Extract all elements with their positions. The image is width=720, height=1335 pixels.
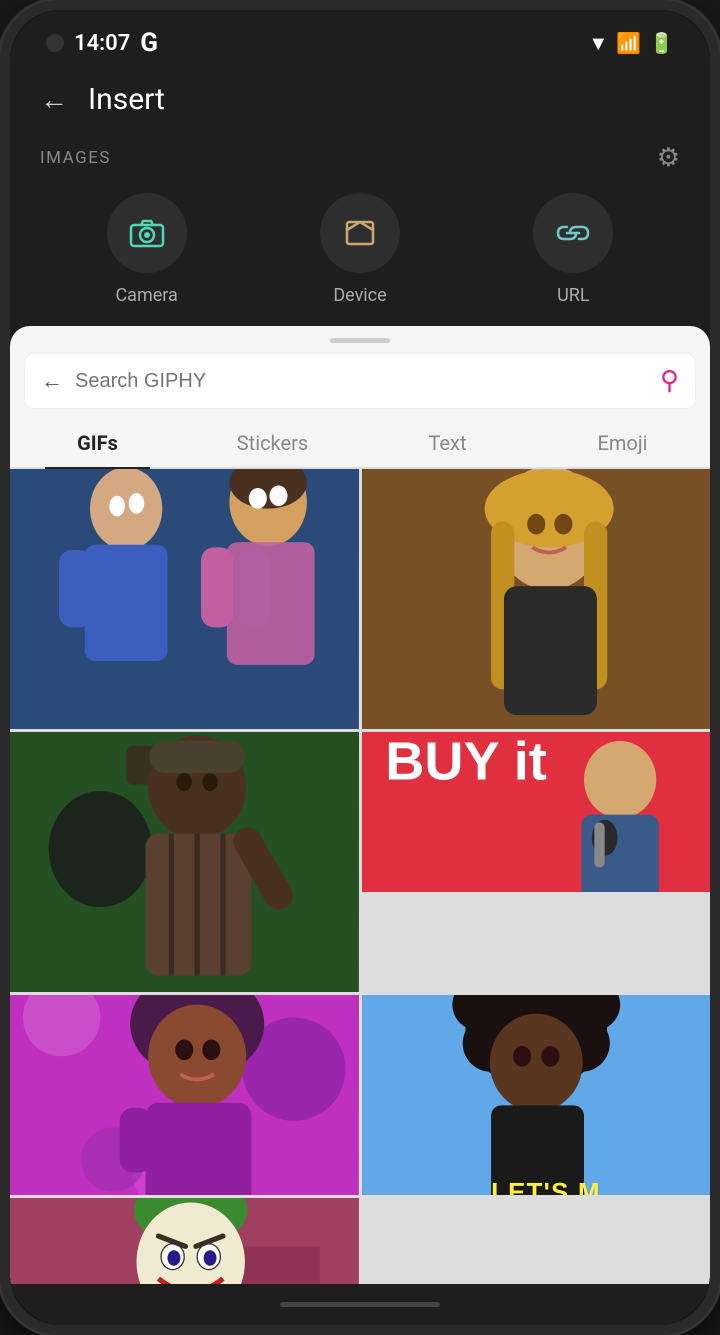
signal-icon: 📶 — [616, 31, 641, 55]
home-indicator — [280, 1302, 440, 1307]
camera-icon — [129, 218, 165, 248]
giphy-back-button[interactable]: ← — [41, 368, 63, 394]
device-label: Device — [333, 285, 386, 306]
giphy-handle — [330, 338, 390, 343]
tab-emoji[interactable]: Emoji — [535, 419, 710, 467]
url-circle — [533, 193, 613, 273]
search-icon[interactable]: ⚲ — [660, 366, 679, 396]
camera-option[interactable]: Camera — [107, 193, 187, 306]
gif-cell-5[interactable] — [10, 995, 359, 1195]
images-section: IMAGES ⚙ Camera — [10, 131, 710, 326]
wifi-icon: ▼ — [588, 31, 608, 56]
device-circle — [320, 193, 400, 273]
top-bar: ← Insert — [10, 68, 710, 131]
back-button[interactable]: ← — [40, 83, 68, 116]
tab-stickers[interactable]: Stickers — [185, 419, 360, 467]
gif-cell-2[interactable] — [362, 469, 711, 729]
url-label: URL — [557, 285, 589, 306]
gif-cell-4[interactable]: BUY it — [362, 732, 711, 892]
images-header: IMAGES ⚙ — [40, 143, 680, 173]
status-bar: 14:07 G ▼ 📶 🔋 — [10, 10, 710, 68]
phone-shell: 14:07 G ▼ 📶 🔋 ← Insert IMAGES ⚙ — [0, 0, 720, 1335]
giphy-panel: ← ⚲ GIFs Stickers Text Emoji — [10, 326, 710, 1284]
image-options: Camera Device — [40, 193, 680, 306]
camera-dot — [46, 34, 64, 52]
device-option[interactable]: Device — [320, 193, 400, 306]
google-g-icon: G — [140, 28, 158, 58]
page-title: Insert — [88, 82, 165, 117]
status-icons: ▼ 📶 🔋 — [588, 31, 674, 56]
url-option[interactable]: URL — [533, 193, 613, 306]
phone-inner: 14:07 G ▼ 📶 🔋 ← Insert IMAGES ⚙ — [10, 10, 710, 1325]
tab-gifs[interactable]: GIFs — [10, 419, 185, 467]
giphy-tabs: GIFs Stickers Text Emoji — [10, 419, 710, 469]
camera-circle — [107, 193, 187, 273]
camera-label: Camera — [115, 285, 177, 306]
status-time: 14:07 — [74, 31, 130, 56]
settings-icon[interactable]: ⚙ — [657, 143, 680, 173]
gif-cell-6[interactable]: LET'S M  — [362, 995, 711, 1195]
gif-cell-3[interactable] — [10, 732, 359, 992]
phone-bottom-bar — [10, 1284, 710, 1325]
device-icon — [343, 216, 377, 250]
giphy-search-bar: ← ⚲ — [24, 353, 696, 409]
url-icon — [556, 223, 590, 243]
status-left: 14:07 G — [46, 28, 158, 58]
images-label: IMAGES — [40, 148, 111, 168]
svg-text:LET'S M: LET'S M — [491, 1179, 601, 1195]
svg-text:BUY it: BUY it — [385, 732, 547, 792]
gif-cell-1[interactable] — [10, 469, 359, 729]
battery-icon: 🔋 — [649, 31, 674, 55]
search-input[interactable] — [75, 370, 648, 393]
gif-grid: BUY it — [10, 469, 710, 1284]
gif-cell-7[interactable] — [10, 1198, 359, 1284]
tab-text[interactable]: Text — [360, 419, 535, 467]
